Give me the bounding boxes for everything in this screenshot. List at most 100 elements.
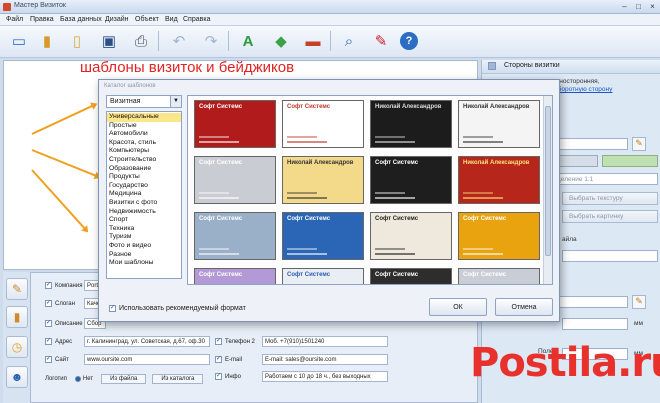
- template-icon[interactable]: ▯: [66, 30, 88, 52]
- toolbar: ▭ ▮ ▯ ▣ ⎙ ↶ ↷ A ◆ ▬ ⌕ ✎ ?: [0, 26, 660, 58]
- category-item[interactable]: Медицина: [107, 190, 181, 199]
- category-item[interactable]: Продукты: [107, 173, 181, 182]
- menu-item-help[interactable]: Справка: [183, 16, 210, 23]
- category-item[interactable]: Фото и видео: [107, 242, 181, 251]
- format-select[interactable]: Визитная ▼: [106, 95, 182, 108]
- template-card-title: Софт Системс: [287, 272, 331, 278]
- category-item[interactable]: Спорт: [107, 216, 181, 225]
- template-card[interactable]: Софт Системс: [194, 100, 276, 148]
- description-checkbox[interactable]: ✓: [45, 320, 52, 327]
- color-swatch-green[interactable]: [602, 155, 658, 167]
- edit-icon[interactable]: ✎: [6, 278, 28, 300]
- category-item[interactable]: Туризм: [107, 233, 181, 242]
- cancel-button[interactable]: Отмена: [495, 298, 553, 316]
- menu-item-file[interactable]: Файл: [6, 16, 23, 23]
- email-input[interactable]: E-mail: sales@oursite.com: [262, 354, 388, 365]
- category-item[interactable]: Разное: [107, 251, 181, 260]
- tools-icon[interactable]: ✎: [370, 30, 392, 52]
- close-icon[interactable]: ×: [648, 2, 657, 11]
- picker-icon[interactable]: ✎: [632, 137, 646, 151]
- site-input[interactable]: www.oursite.com: [84, 354, 210, 365]
- category-item[interactable]: Визитки с фото: [107, 199, 181, 208]
- scroll-thumb[interactable]: [545, 106, 551, 256]
- user-icon[interactable]: ☻: [6, 366, 28, 388]
- file-field[interactable]: [562, 250, 658, 262]
- menu-item-object[interactable]: Объект: [135, 16, 159, 23]
- menu-item-view[interactable]: Вид: [165, 16, 178, 23]
- template-card[interactable]: Софт Системс: [458, 212, 540, 260]
- template-card[interactable]: Софт Системс: [194, 156, 276, 204]
- info-input[interactable]: Работаем с 10 до 18 ч., без выходных: [262, 371, 388, 382]
- print-icon[interactable]: ⎙: [130, 30, 152, 52]
- image-icon[interactable]: ▬: [302, 30, 324, 52]
- template-card[interactable]: Софт Системс: [282, 268, 364, 284]
- menu-item-database[interactable]: База данных: [60, 16, 102, 23]
- book-icon[interactable]: ▮: [6, 306, 28, 328]
- template-card[interactable]: Николай Александров: [458, 156, 540, 204]
- maximize-icon[interactable]: □: [634, 2, 643, 11]
- text-icon[interactable]: A: [237, 30, 259, 52]
- category-list[interactable]: Универсальные Простые Автомобили Красота, с…: [106, 111, 182, 279]
- template-card[interactable]: Софт Системс: [370, 156, 452, 204]
- open-icon[interactable]: ▮: [36, 30, 58, 52]
- template-catalog-dialog: Каталог шаблонов Визитная ▼ Универсальны…: [98, 79, 560, 322]
- slogan-checkbox[interactable]: ✓: [45, 300, 52, 307]
- info-checkbox[interactable]: ✓: [215, 373, 222, 380]
- new-icon[interactable]: ▭: [8, 30, 30, 52]
- category-item[interactable]: Мои шаблоны: [107, 259, 181, 268]
- phone2-input[interactable]: Моб. +7(910)1501240: [262, 336, 388, 347]
- template-card[interactable]: Николай Александров: [370, 100, 452, 148]
- template-card[interactable]: Софт Системс: [194, 268, 276, 284]
- use-recommended-checkbox[interactable]: ✓: [109, 305, 116, 312]
- template-card[interactable]: Софт Системс: [282, 212, 364, 260]
- template-grid[interactable]: Софт Системс Софт Системс Николай Александ…: [187, 95, 553, 285]
- category-item[interactable]: Строительство: [107, 156, 181, 165]
- clock-icon[interactable]: ◷: [6, 336, 28, 358]
- address-input[interactable]: г. Калининград, ул. Советская, д.67, оф.…: [84, 336, 210, 347]
- category-item[interactable]: Универсальные: [107, 113, 181, 122]
- shape-icon[interactable]: ◆: [270, 30, 292, 52]
- chevron-down-icon[interactable]: ▼: [170, 96, 181, 107]
- back-side-link[interactable]: оборотную сторону: [554, 86, 612, 93]
- template-card[interactable]: Николай Александров: [282, 156, 364, 204]
- category-item[interactable]: Недвижимость: [107, 208, 181, 217]
- template-card[interactable]: Софт Системс: [370, 268, 452, 284]
- choose-picture-button[interactable]: Выбрать картинку: [562, 210, 658, 223]
- template-card[interactable]: Софт Системс: [194, 212, 276, 260]
- site-label: Сайт: [55, 356, 69, 363]
- zoom-icon[interactable]: ⌕: [338, 30, 360, 52]
- logo-none-radio[interactable]: [74, 376, 81, 382]
- template-card[interactable]: Николай Александров: [458, 100, 540, 148]
- category-item[interactable]: Красота, стиль: [107, 139, 181, 148]
- site-checkbox[interactable]: ✓: [45, 356, 52, 363]
- category-item[interactable]: Автомобили: [107, 130, 181, 139]
- menu-item-design[interactable]: Дизайн: [105, 16, 129, 23]
- undo-icon[interactable]: ↶: [168, 30, 190, 52]
- template-scrollbar[interactable]: [543, 96, 552, 284]
- picker-icon[interactable]: ✎: [632, 295, 646, 309]
- template-card-line: [199, 136, 229, 138]
- help-icon[interactable]: ?: [400, 32, 418, 50]
- menu-item-edit[interactable]: Правка: [30, 16, 54, 23]
- category-item[interactable]: Техника: [107, 225, 181, 234]
- phone2-checkbox[interactable]: ✓: [215, 338, 222, 345]
- category-item[interactable]: Государство: [107, 182, 181, 191]
- category-item[interactable]: Простые: [107, 122, 181, 131]
- template-card[interactable]: Софт Системс: [282, 100, 364, 148]
- email-checkbox[interactable]: ✓: [215, 356, 222, 363]
- minimize-icon[interactable]: –: [620, 2, 629, 11]
- choose-texture-button[interactable]: Выбрать текстуру: [562, 192, 658, 205]
- logo-catalog-button[interactable]: Из каталога: [152, 374, 204, 384]
- ok-button[interactable]: ОК: [429, 298, 487, 316]
- template-card-line: [375, 253, 415, 255]
- category-item[interactable]: Компьютеры: [107, 147, 181, 156]
- template-card[interactable]: Софт Системс: [458, 268, 540, 284]
- size-input[interactable]: [562, 318, 628, 330]
- template-card[interactable]: Софт Системс: [370, 212, 452, 260]
- category-item[interactable]: Образование: [107, 165, 181, 174]
- company-checkbox[interactable]: ✓: [45, 282, 52, 289]
- redo-icon[interactable]: ↷: [200, 30, 222, 52]
- logo-file-button[interactable]: Из файла: [101, 374, 147, 384]
- save-icon[interactable]: ▣: [98, 30, 120, 52]
- address-checkbox[interactable]: ✓: [45, 338, 52, 345]
